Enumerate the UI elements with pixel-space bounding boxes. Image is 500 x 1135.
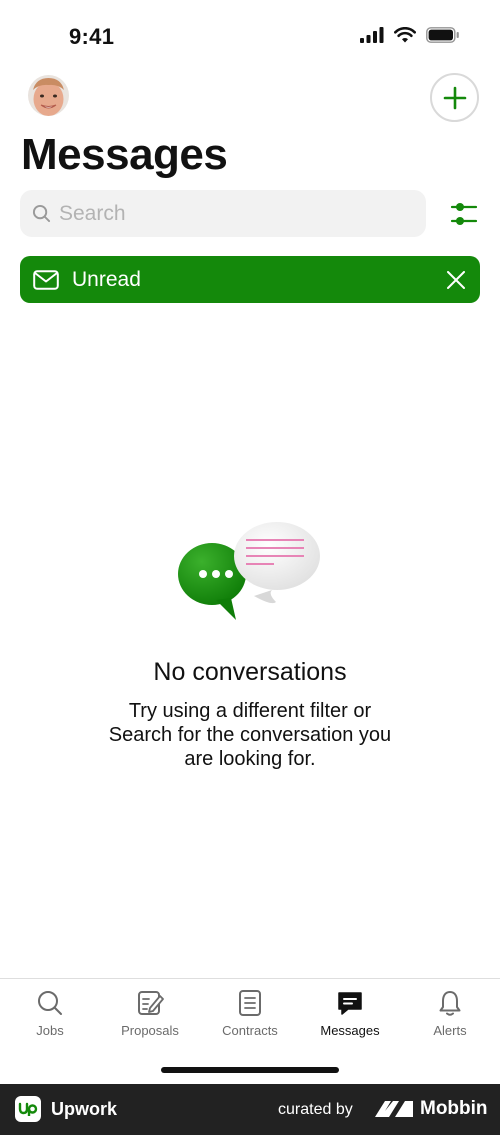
filter-chip-unread[interactable]: Unread (20, 256, 480, 303)
plus-icon (443, 86, 466, 109)
compose-button[interactable] (430, 73, 479, 122)
tab-label: Messages (320, 1023, 380, 1038)
empty-state-title: No conversations (153, 658, 347, 686)
tab-label: Contracts (222, 1023, 278, 1038)
filter-button[interactable] (449, 198, 479, 230)
signal-icon (360, 27, 384, 43)
tab-contracts[interactable]: Contracts (200, 989, 300, 1038)
clear-filter-button[interactable] (444, 268, 468, 292)
battery-icon (426, 27, 459, 43)
tab-proposals[interactable]: Proposals (100, 989, 200, 1038)
upwork-logo (15, 1096, 41, 1122)
tab-jobs[interactable]: Jobs (0, 989, 100, 1038)
search-icon (32, 204, 51, 223)
home-indicator (161, 1067, 339, 1073)
avatar-photo (28, 75, 69, 116)
upwork-logo-mark (18, 1102, 38, 1116)
wifi-icon (394, 27, 416, 43)
status-icons (360, 27, 460, 43)
mail-icon (33, 269, 59, 290)
mobbin-logo-icon (375, 1101, 413, 1117)
footer-curated-label: curated by (278, 1101, 353, 1118)
footer-app-name: Upwork (51, 1099, 118, 1119)
avatar[interactable] (28, 75, 69, 116)
close-icon (447, 271, 465, 289)
status-time: 9:41 (69, 24, 115, 49)
tab-label: Proposals (121, 1023, 179, 1038)
search-input[interactable] (59, 201, 399, 226)
status-bar: 9:41 (0, 0, 500, 72)
search-box[interactable] (20, 190, 426, 237)
filter-chip-label: Unread (72, 267, 141, 291)
chat-bubbles-illustration (178, 522, 320, 620)
empty-state-description: Try using a different filter or Search f… (108, 700, 392, 770)
page-title: Messages (21, 130, 228, 179)
tab-alerts[interactable]: Alerts (400, 989, 500, 1038)
footer-brand: Mobbin (420, 1098, 488, 1119)
contracts-icon (239, 990, 261, 1016)
tab-label: Jobs (36, 1023, 64, 1038)
footer-bar: Upwork curated by Mobbin (0, 1084, 500, 1135)
proposals-icon (138, 991, 164, 1015)
tab-messages[interactable]: Messages (300, 989, 400, 1038)
sliders-icon (450, 203, 478, 225)
tab-label: Alerts (433, 1023, 467, 1038)
bell-icon (439, 991, 461, 1016)
search-icon (38, 991, 62, 1015)
messages-icon (338, 992, 362, 1015)
